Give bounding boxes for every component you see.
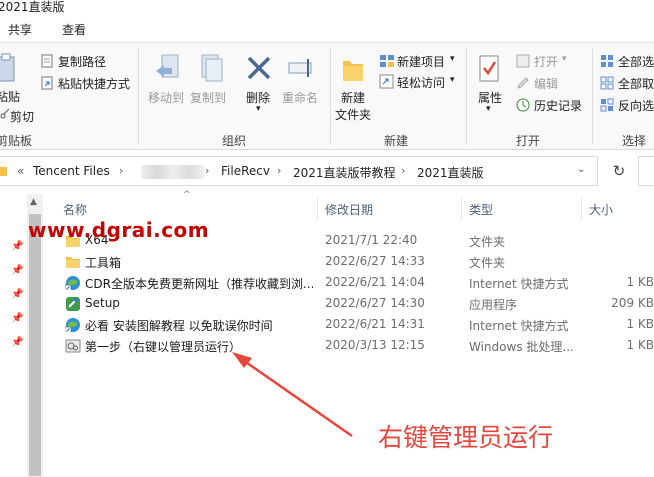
annotation-arrow xyxy=(232,352,353,438)
annotation-label: 右键管理员运行 xyxy=(378,423,554,452)
